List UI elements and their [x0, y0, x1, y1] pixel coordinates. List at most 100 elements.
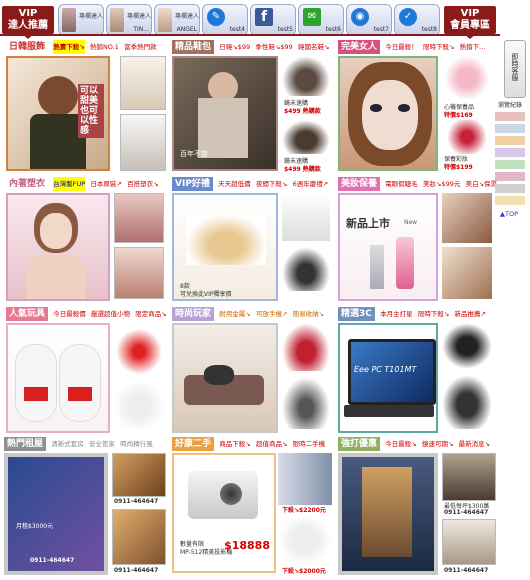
- product-thumbnail[interactable]: [114, 247, 164, 299]
- tab-test5[interactable]: f test5: [250, 4, 296, 36]
- product-thumbnail[interactable]: [278, 515, 332, 565]
- section-link[interactable]: 夜間下殺↘: [256, 177, 287, 191]
- product-thumbnail[interactable]: [442, 247, 492, 299]
- product-thumbnail[interactable]: [282, 377, 330, 429]
- section-title[interactable]: 精品鞋包: [172, 40, 215, 54]
- section-title[interactable]: 完美女人: [338, 40, 381, 54]
- section-link[interactable]: 熱賣下殺↘: [53, 40, 85, 54]
- section-link[interactable]: 百搭塑衣↘: [127, 177, 158, 191]
- section-link[interactable]: 本月主打星: [380, 307, 413, 321]
- product-thumbnail[interactable]: [442, 375, 492, 429]
- section-link[interactable]: 當季熱門款: [124, 40, 157, 54]
- hero-image[interactable]: [338, 453, 438, 575]
- section-link[interactable]: 美妝↘$99元: [423, 177, 460, 191]
- hero-image[interactable]: [338, 56, 438, 171]
- hero-image[interactable]: 數量有限 MP-512精美投影機 $18888: [172, 453, 276, 573]
- hero-image[interactable]: Eee PC T101MT: [338, 323, 438, 433]
- product-thumbnail[interactable]: [114, 323, 164, 375]
- product-thumbnail[interactable]: [442, 323, 492, 369]
- recent-item[interactable]: [495, 124, 525, 133]
- product-thumbnail[interactable]: [120, 114, 166, 171]
- vip-recommend-ribbon[interactable]: VIP 達人推薦: [2, 6, 54, 39]
- product-thumbnail[interactable]: [112, 453, 166, 497]
- product-thumbnail[interactable]: [442, 519, 496, 565]
- section-title[interactable]: VIP好禮: [172, 177, 213, 191]
- product-thumbnail[interactable]: [282, 247, 330, 291]
- recent-item[interactable]: [495, 112, 525, 121]
- section-link[interactable]: 可放手機↗: [256, 307, 287, 321]
- section-title[interactable]: 強打優惠: [338, 437, 381, 451]
- recent-item[interactable]: [495, 172, 525, 181]
- product-thumbnail[interactable]: [114, 379, 164, 429]
- section-link[interactable]: 商品下殺↘: [219, 437, 250, 451]
- product-thumbnail[interactable]: [282, 120, 330, 154]
- section-title[interactable]: 熱門租屋: [4, 437, 47, 451]
- section-link[interactable]: 鏡速可期↘: [422, 437, 453, 451]
- section-link[interactable]: 嚴選超值小物: [91, 307, 130, 321]
- section-link[interactable]: 美白↘保濕: [466, 177, 497, 191]
- section-link[interactable]: 簡易收納↘: [293, 307, 324, 321]
- section-link[interactable]: 清新式套房: [51, 437, 84, 451]
- tab-test7[interactable]: ◉ test7: [346, 4, 392, 36]
- tab-expert-3[interactable]: 專欄達人 ANGEL: [154, 4, 200, 36]
- section-title[interactable]: 好康二手: [172, 437, 215, 451]
- section-title[interactable]: 內著塑衣: [6, 177, 48, 191]
- live-customer-service-button[interactable]: 即時客服: [504, 40, 526, 98]
- section-link[interactable]: 限定商品↘: [135, 307, 166, 321]
- section-link[interactable]: 最新消息↘: [459, 437, 490, 451]
- section-link[interactable]: 耐用金屬↘: [219, 307, 250, 321]
- product-thumbnail[interactable]: [444, 120, 490, 154]
- section-link[interactable]: 超值商品↘: [256, 437, 287, 451]
- product-thumbnail[interactable]: [442, 453, 496, 501]
- section-title[interactable]: 人氣玩具: [6, 307, 49, 321]
- hero-image[interactable]: 8款 可兌換此VIP獨享價: [172, 193, 278, 301]
- product-thumbnail[interactable]: [282, 193, 330, 241]
- section-link[interactable]: 安全管家: [89, 437, 115, 451]
- recent-item[interactable]: [495, 136, 525, 145]
- tab-expert-1[interactable]: 專欄達人: [58, 4, 104, 36]
- section-link[interactable]: 今日最殺↘: [385, 437, 416, 451]
- hero-image[interactable]: 可以甜美也可以性感: [6, 56, 110, 171]
- hero-image[interactable]: [172, 323, 278, 433]
- section-link[interactable]: 台灣製FUP: [53, 177, 86, 191]
- section-link[interactable]: 限時下殺↘: [423, 40, 454, 54]
- vip-member-ribbon[interactable]: VIP 會員專區: [444, 6, 496, 39]
- section-link[interactable]: 天天超低價: [218, 177, 251, 191]
- product-thumbnail[interactable]: [444, 56, 490, 100]
- tab-test6[interactable]: ✉ test6: [298, 4, 344, 36]
- section-title[interactable]: 時尚玩家: [172, 307, 215, 321]
- section-link[interactable]: 時尚精行風: [120, 437, 153, 451]
- product-thumbnail[interactable]: [282, 56, 330, 96]
- product-thumbnail[interactable]: [278, 453, 332, 505]
- recent-item[interactable]: [495, 184, 525, 193]
- product-thumbnail[interactable]: [112, 509, 166, 565]
- hero-image[interactable]: [6, 193, 110, 301]
- section-link[interactable]: 日韓↘$99: [219, 40, 250, 54]
- section-link[interactable]: 今日最殺！: [385, 40, 418, 54]
- section-link[interactable]: 日本原裝↗: [90, 177, 121, 191]
- hero-image[interactable]: 月租$3000元 0911-464647: [4, 453, 108, 575]
- product-thumbnail[interactable]: [120, 56, 166, 110]
- hero-image[interactable]: 新品上市 New: [338, 193, 438, 301]
- tab-test4[interactable]: ✎ test4: [202, 4, 248, 36]
- section-link[interactable]: 熱銷下...: [460, 40, 486, 54]
- tab-test8[interactable]: ✓ test8: [394, 4, 440, 36]
- section-link[interactable]: 限時下殺↘: [418, 307, 449, 321]
- recent-item[interactable]: [495, 196, 525, 205]
- product-thumbnail[interactable]: [114, 193, 164, 243]
- section-link[interactable]: 新品推薦↗: [455, 307, 486, 321]
- section-title[interactable]: 精選3C: [338, 307, 375, 321]
- section-title[interactable]: 美妝保養: [338, 177, 381, 191]
- section-link[interactable]: 熱銷NO.1: [90, 40, 119, 54]
- section-link[interactable]: 限時二手機: [293, 437, 326, 451]
- section-link[interactable]: 韓國名鞋↘: [298, 40, 329, 54]
- back-to-top-link[interactable]: ▲TOP: [500, 210, 518, 218]
- hero-image[interactable]: [6, 323, 110, 433]
- recent-item[interactable]: [495, 160, 525, 169]
- tab-expert-2[interactable]: 專欄達人 TIN...: [106, 4, 152, 36]
- hero-image[interactable]: 百年不变: [172, 56, 278, 171]
- section-link[interactable]: 季性鞋↘$99: [255, 40, 292, 54]
- product-thumbnail[interactable]: [442, 193, 492, 243]
- section-title[interactable]: 日韓服飾: [6, 40, 48, 54]
- recent-item[interactable]: [495, 148, 525, 157]
